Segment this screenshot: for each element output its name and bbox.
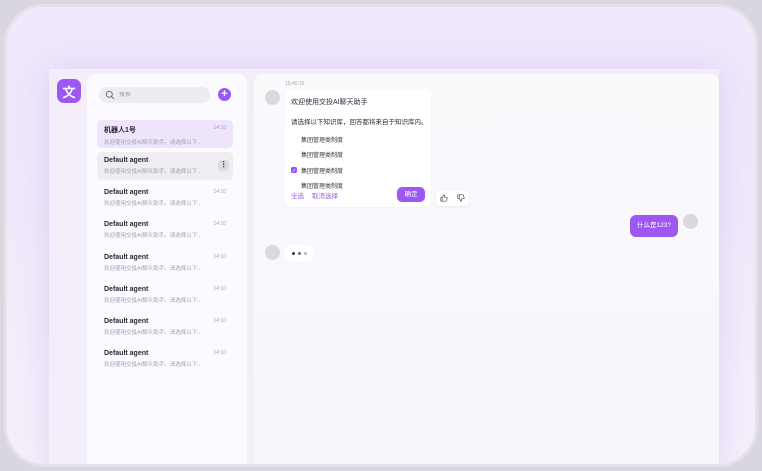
thumbs-up-icon[interactable] [440,194,448,202]
kb-options: 集团管理类制度 集团管理类制度 ✓ 集团管理类制度 集团管理类制度 [291,135,425,190]
welcome-text: 欢迎使用交投AI聊天助手 [291,99,368,106]
agent-preview: 欢迎使用交投AI聊天助手。请选择以下... [104,201,202,207]
user-message: 什么是123? [630,215,678,237]
agent-name: Default agent [104,254,149,261]
kb-option[interactable]: ✓ 集团管理类制度 [291,166,425,175]
add-agent-button[interactable]: + [218,88,231,101]
agent-list-item[interactable]: Default agent 欢迎使用交投AI聊天助手。请选择以下... 14:10 [97,281,233,309]
agent-time: 14:10 [213,221,226,227]
agent-preview: 欢迎使用交投AI聊天助手。请选择以下... [104,330,202,336]
more-options-icon[interactable]: ⋮ [218,160,229,171]
agent-list-item[interactable]: Default agent 欢迎使用交投AI聊天助手。请选择以下... 14:10 [97,313,233,341]
thumbs-down-icon[interactable] [457,194,465,202]
user-avatar [683,214,698,229]
app-window: 文 + 机器人1号欢迎使用交投AI聊天助手。请选择以下...14:10Defau… [49,69,719,464]
agent-name: Default agent [104,318,149,325]
bot-avatar [265,245,280,260]
instruction-text: 请选择以下知识库，回答都将来自于知识库内。 [291,119,428,126]
feedback-bar [436,190,469,206]
select-all-link[interactable]: 全选 [291,190,304,200]
agent-preview: 欢迎使用交投AI聊天助手。请选择以下... [104,362,202,368]
agent-time: 14:10 [213,254,226,260]
agent-time: 14:10 [213,125,226,131]
agent-preview: 欢迎使用交投AI聊天助手。请选择以下... [104,169,202,175]
chat-panel: 15:45:15 欢迎使用交投AI聊天助手 请选择以下知识库，回答都将来自于知识… [254,74,719,464]
knowledge-base-card: 欢迎使用交投AI聊天助手 请选择以下知识库，回答都将来自于知识库内。 集团管理类… [285,90,431,207]
agent-time: 14:10 [213,286,226,292]
agent-name: Default agent [104,350,149,357]
kb-option[interactable]: 集团管理类制度 [291,151,425,159]
checkbox[interactable] [291,152,297,158]
agent-name: 机器人1号 [104,127,136,134]
checkbox[interactable] [291,136,297,142]
agent-list-item[interactable]: Default agent 欢迎使用交投AI聊天助手。请选择以下... 14:10 [97,249,233,277]
kb-option[interactable]: 集团管理类制度 [291,135,425,144]
agent-list-item[interactable]: Default agent 欢迎使用交投AI聊天助手。请选择以下... 14:10 [97,184,233,212]
search-input[interactable] [119,92,199,98]
typing-dot [291,251,295,255]
typing-dot [303,251,307,255]
cancel-select-link[interactable]: 取消选择 [312,190,338,200]
agent-time: 14:10 [213,350,226,356]
agent-name: Default agent [104,221,149,228]
agent-name: Default agent [104,286,149,293]
kb-option-label: 集团管理类制度 [301,168,344,175]
confirm-button[interactable]: 确定 [397,187,425,202]
agent-list-item[interactable]: Default agent 欢迎使用交投AI聊天助手。请选择以下... ⋮ [97,152,233,180]
agent-list-item[interactable]: Default agent 欢迎使用交投AI聊天助手。请选择以下... 14:10 [97,345,233,373]
device-frame: 文 + 机器人1号欢迎使用交投AI聊天助手。请选择以下...14:10Defau… [4,4,758,467]
agent-preview: 欢迎使用交投AI聊天助手。请选择以下... [104,233,202,239]
agent-name: Default agent [104,189,149,196]
agent-sidebar: + 机器人1号欢迎使用交投AI聊天助手。请选择以下...14:10Default… [87,74,247,464]
agent-list-item[interactable]: 机器人1号欢迎使用交投AI聊天助手。请选择以下... 14:10 [97,120,233,148]
agent-name: Default agent [104,157,149,164]
agent-preview: 欢迎使用交投AI聊天助手。请选择以下... [104,266,202,272]
agent-preview: 欢迎使用交投AI聊天助手。请选择以下... [104,298,202,304]
agent-list-item[interactable]: Default agent 欢迎使用交投AI聊天助手。请选择以下... 14:10 [97,216,233,244]
left-rail: 文 [49,69,83,464]
kb-option-label: 集团管理类制度 [301,153,344,159]
typing-indicator [285,245,313,261]
agent-preview: 欢迎使用交投AI聊天助手。请选择以下... [104,140,202,146]
agent-time: 14:10 [213,318,226,324]
checkbox[interactable]: ✓ [291,167,297,174]
card-actions: 全选 取消选择 确定 [291,187,425,203]
agent-time: 14:10 [213,189,226,195]
app-logo[interactable]: 文 [57,79,81,103]
message-timestamp: 15:45:15 [285,81,305,87]
bot-avatar [265,90,280,105]
search-box[interactable] [99,87,210,103]
typing-dot [297,251,301,255]
search-icon [105,90,115,100]
kb-option-label: 集团管理类制度 [301,137,344,144]
